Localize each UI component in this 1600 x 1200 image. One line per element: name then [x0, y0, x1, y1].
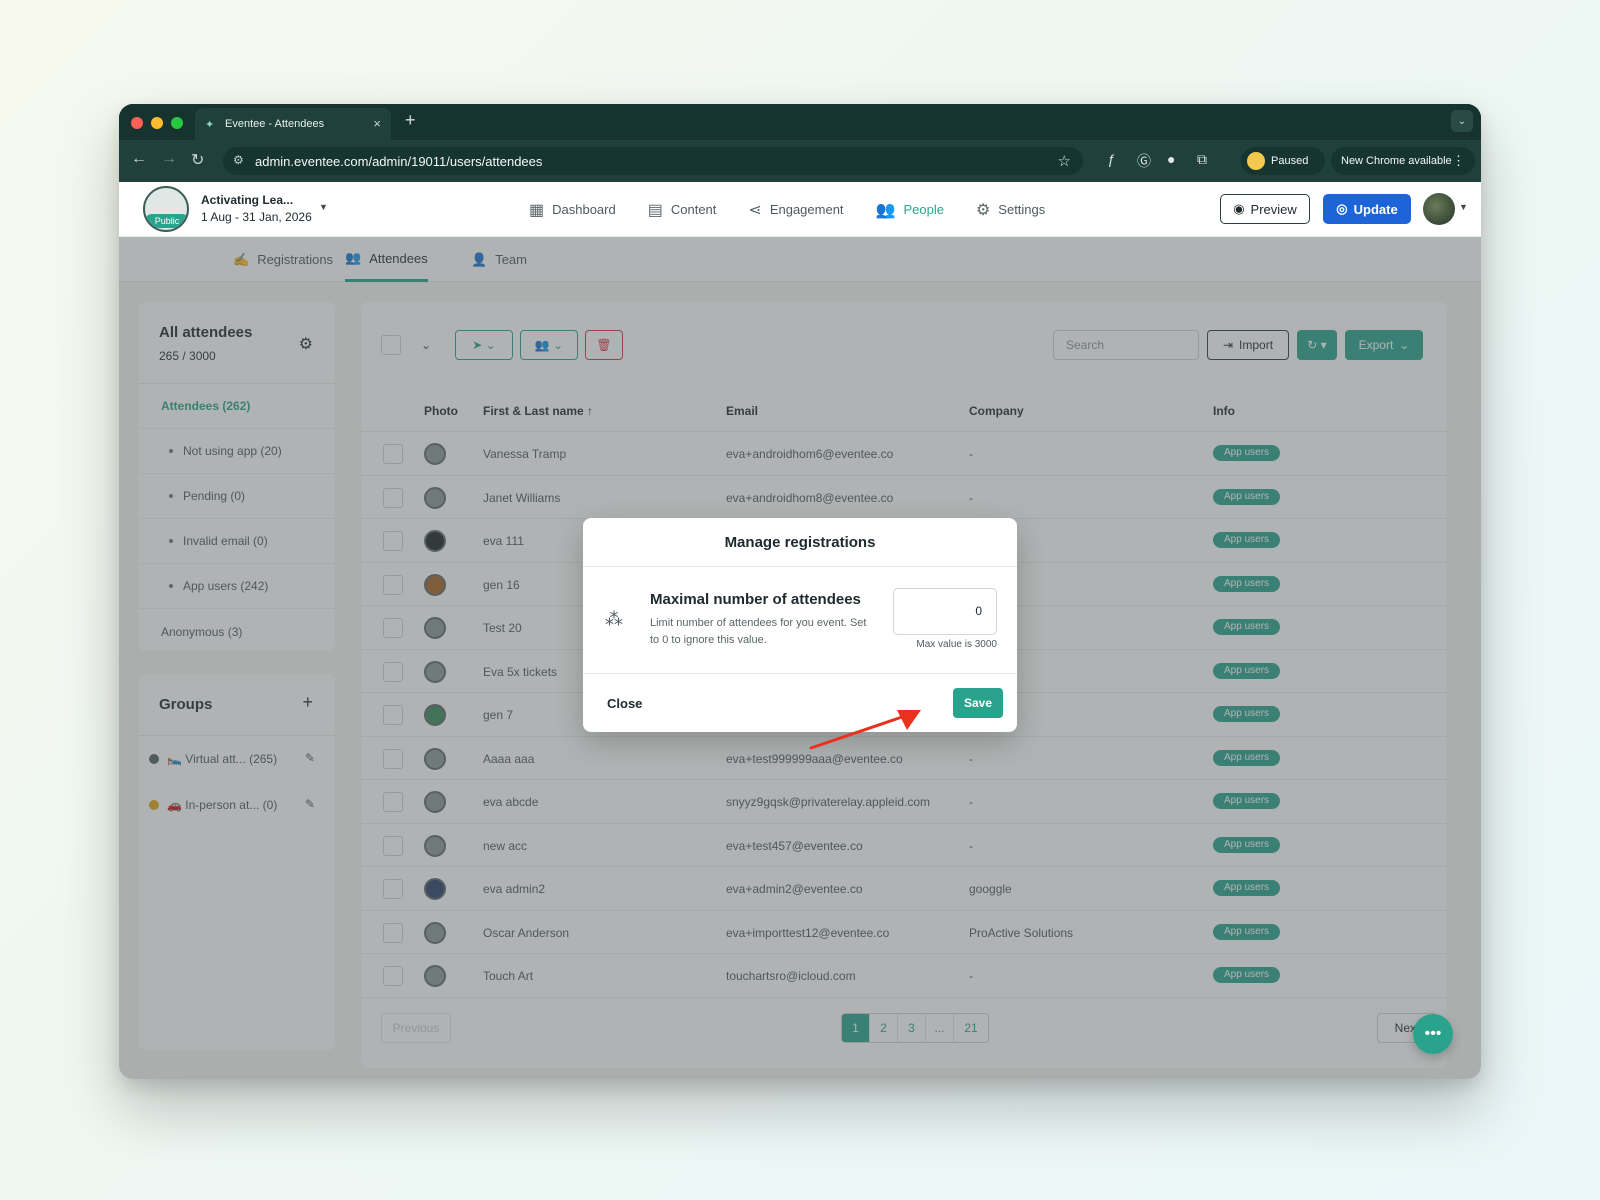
nav-engagement[interactable]: ⋖ Engagement — [748, 200, 843, 220]
eye-icon: ◉ — [1233, 201, 1245, 216]
max-attendees-input[interactable]: 0 — [893, 588, 997, 635]
eventee-app: Public Activating Lea... 1 Aug - 31 Jan,… — [119, 182, 1481, 1079]
update-button[interactable]: ◎ Update — [1323, 194, 1411, 224]
modal-body: ⁂ Maximal number of attendees Limit numb… — [583, 567, 1017, 674]
people-icon: 👥 — [875, 201, 896, 219]
tab-search-icon[interactable]: ⌄ — [1451, 110, 1473, 132]
modal-backdrop-top — [119, 237, 1481, 282]
profile-paused-button[interactable]: Paused — [1241, 147, 1325, 175]
extension-drop-icon[interactable]: ● — [1167, 151, 1175, 167]
browser-window: ✦ Eventee - Attendees × + ⌄ ← → ↻ ⚙ admi… — [119, 104, 1481, 1079]
annotation-arrow-icon — [809, 710, 921, 750]
close-window-dot[interactable] — [131, 117, 143, 129]
profile-avatar — [1247, 152, 1265, 170]
app-header: Public Activating Lea... 1 Aug - 31 Jan,… — [119, 182, 1481, 237]
tab-strip: ✦ Eventee - Attendees × + ⌄ — [119, 104, 1481, 140]
nav-label: Engagement — [769, 202, 844, 217]
modal-title: Manage registrations — [583, 518, 1017, 567]
max-value-hint: Max value is 3000 — [916, 639, 997, 650]
event-name[interactable]: Activating Lea... — [201, 193, 293, 207]
globe-icon: ◎ — [1336, 201, 1348, 216]
max-attendees-description: Limit number of attendees for you event.… — [650, 617, 867, 646]
extensions-puzzle-icon[interactable]: ⧉ — [1197, 151, 1207, 168]
max-attendees-label: Maximal number of attendees — [650, 591, 861, 608]
gear-icon: ⚙ — [975, 201, 991, 219]
user-avatar[interactable] — [1423, 193, 1455, 225]
new-tab-icon[interactable]: + — [405, 110, 416, 131]
close-tab-icon[interactable]: × — [373, 116, 381, 131]
event-switcher-caret-icon[interactable]: ▼ — [319, 202, 328, 212]
main-nav: ▦ Dashboard ▤ Content ⋖ Engagement 👥 People … — [529, 182, 1045, 237]
nav-label: People — [903, 202, 944, 217]
event-dates: 1 Aug - 31 Jan, 2026 — [201, 210, 312, 224]
attendees-group-icon: ⁂ — [605, 609, 623, 629]
user-menu-caret-icon[interactable]: ▼ — [1459, 202, 1468, 212]
back-icon[interactable]: ← — [131, 150, 147, 168]
extension-fx-icon[interactable]: ƒ — [1107, 151, 1115, 167]
content-icon: ▤ — [647, 201, 663, 219]
eventee-favicon-icon: ✦ — [205, 119, 215, 131]
preview-button[interactable]: ◉ Preview — [1220, 194, 1310, 224]
nav-dashboard[interactable]: ▦ Dashboard — [529, 200, 616, 220]
url-text: admin.eventee.com/admin/19011/users/atte… — [255, 153, 543, 169]
event-logo[interactable]: Public — [143, 186, 189, 232]
forward-icon[interactable]: → — [161, 150, 177, 168]
browser-tab[interactable]: ✦ Eventee - Attendees × — [195, 108, 391, 140]
nav-label: Dashboard — [552, 202, 616, 217]
grammarly-icon[interactable]: Ⓖ — [1137, 151, 1151, 171]
tab-title: Eventee - Attendees — [225, 118, 325, 130]
new-chrome-button[interactable]: New Chrome available ⋮ — [1331, 147, 1475, 175]
site-settings-icon[interactable]: ⚙ — [233, 153, 244, 167]
public-badge: Public — [145, 214, 187, 228]
nav-label: Settings — [998, 202, 1046, 217]
nav-label: Content — [670, 202, 717, 217]
update-label: Update — [1353, 201, 1398, 217]
browser-toolbar: ← → ↻ ⚙ admin.eventee.com/admin/19011/us… — [119, 140, 1481, 182]
nav-people[interactable]: 👥 People — [876, 200, 944, 220]
manage-registrations-modal: Manage registrations ⁂ Maximal number of… — [583, 518, 1017, 732]
dashboard-icon: ▦ — [529, 201, 545, 219]
nav-content[interactable]: ▤ Content — [648, 200, 717, 220]
preview-label: Preview — [1250, 201, 1297, 217]
minimize-window-dot[interactable] — [151, 117, 163, 129]
chat-icon: ••• — [1424, 1025, 1442, 1042]
close-button[interactable]: Close — [607, 696, 642, 711]
reload-icon[interactable]: ↻ — [191, 150, 204, 170]
save-button[interactable]: Save — [953, 688, 1003, 718]
maximize-window-dot[interactable] — [171, 117, 183, 129]
nav-settings[interactable]: ⚙ Settings — [976, 200, 1045, 220]
address-bar[interactable]: ⚙ admin.eventee.com/admin/19011/users/at… — [223, 147, 1083, 175]
new-chrome-label: New Chrome available — [1341, 155, 1452, 167]
chat-bubble-button[interactable]: ••• — [1413, 1014, 1453, 1054]
paused-label: Paused — [1271, 155, 1309, 167]
share-icon: ⋖ — [748, 201, 762, 219]
bookmark-star-icon[interactable]: ☆ — [1058, 152, 1071, 170]
chrome-menu-icon[interactable]: ⋮ — [1452, 153, 1465, 169]
